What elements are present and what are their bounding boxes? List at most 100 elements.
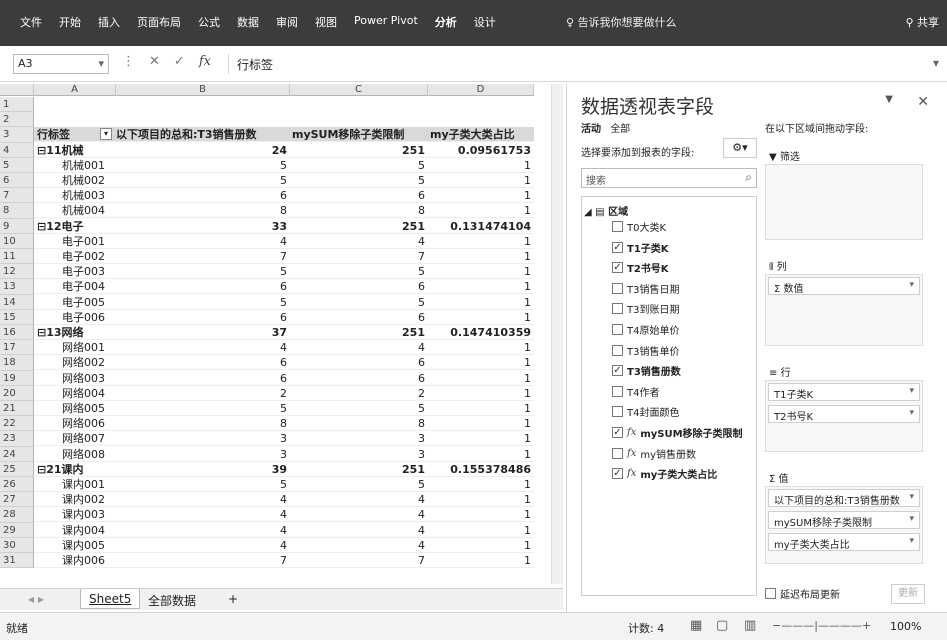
row-label[interactable]: 机械002 bbox=[34, 173, 116, 188]
value-mysum[interactable]: 3 bbox=[290, 431, 428, 447]
value-ratio[interactable]: 1 bbox=[428, 386, 534, 401]
column-header[interactable]: B bbox=[116, 84, 290, 96]
value-mysum[interactable]: 5 bbox=[290, 264, 428, 280]
value-sum[interactable]: 7 bbox=[116, 249, 290, 264]
chevron-down-icon[interactable]: ▾ bbox=[98, 57, 104, 70]
row-header[interactable]: 4 bbox=[0, 142, 34, 158]
view-page-layout-icon[interactable]: ▢ bbox=[716, 618, 728, 633]
value-mysum[interactable]: 4 bbox=[290, 523, 428, 538]
value-sum[interactable]: 5 bbox=[116, 401, 290, 416]
chevron-down-icon[interactable]: ▾ bbox=[909, 492, 914, 502]
column-header[interactable]: A bbox=[34, 84, 116, 96]
value-mysum[interactable]: 4 bbox=[290, 234, 428, 249]
field-checkbox[interactable]: ✓ bbox=[612, 468, 623, 480]
value-mysum[interactable]: 3 bbox=[290, 447, 428, 462]
field-item[interactable]: ✓ T3销售册数 bbox=[612, 363, 681, 378]
value-ratio[interactable]: 1 bbox=[428, 234, 534, 249]
value-sum[interactable]: 37 bbox=[116, 325, 290, 340]
ribbon-tab-5[interactable]: 数据 bbox=[237, 14, 259, 30]
value-mysum[interactable]: 5 bbox=[290, 158, 428, 173]
value-sum[interactable]: 5 bbox=[116, 264, 290, 280]
value-sum[interactable]: 5 bbox=[116, 477, 290, 492]
value-sum[interactable]: 2 bbox=[116, 386, 290, 401]
value-ratio[interactable]: 0.09561753 bbox=[428, 143, 534, 158]
value-sum[interactable]: 6 bbox=[116, 188, 290, 204]
ribbon-tab-6[interactable]: 审阅 bbox=[276, 14, 298, 30]
row-header[interactable]: 27 bbox=[0, 492, 34, 508]
row-label[interactable]: 网络001 bbox=[34, 340, 116, 356]
ribbon-tab-7[interactable]: 视图 bbox=[315, 14, 337, 30]
value-ratio[interactable]: 0.155378486 bbox=[428, 462, 534, 477]
row-label[interactable]: 网络004 bbox=[34, 386, 116, 401]
value-sum[interactable]: 3 bbox=[116, 447, 290, 462]
field-item[interactable]: T3到账日期 bbox=[612, 301, 679, 316]
value-mysum[interactable]: 4 bbox=[290, 340, 428, 356]
value-mysum[interactable]: 5 bbox=[290, 173, 428, 188]
row-label[interactable]: 网络003 bbox=[34, 371, 116, 386]
value-ratio[interactable]: 0.131474104 bbox=[428, 219, 534, 234]
value-ratio[interactable]: 1 bbox=[428, 523, 534, 538]
defer-update[interactable]: 延迟布局更新 bbox=[765, 586, 840, 601]
insert-function-icon[interactable]: fx bbox=[199, 54, 211, 74]
values-chip-sum[interactable]: 以下项目的总和:T3销售册数 ▾ bbox=[768, 489, 920, 507]
row-label[interactable]: ⊟13网络 bbox=[34, 325, 116, 340]
tab-all[interactable]: 全部 bbox=[610, 124, 630, 135]
cancel-icon[interactable]: ✕ bbox=[149, 54, 160, 74]
ribbon-tab-4[interactable]: 公式 bbox=[198, 14, 220, 30]
value-sum[interactable]: 4 bbox=[116, 507, 290, 523]
value-ratio[interactable]: 1 bbox=[428, 279, 534, 295]
row-label[interactable]: 课内006 bbox=[34, 553, 116, 568]
values-area[interactable]: 以下项目的总和:T3销售册数 ▾ mySUM移除子类限制 ▾ my子类大类占比 ▾ bbox=[765, 486, 923, 564]
value-mysum[interactable]: 8 bbox=[290, 416, 428, 432]
value-ratio[interactable]: 1 bbox=[428, 538, 534, 553]
value-sum[interactable]: 4 bbox=[116, 234, 290, 249]
value-mysum[interactable]: 8 bbox=[290, 203, 428, 219]
value-sum[interactable]: 6 bbox=[116, 355, 290, 371]
field-checkbox[interactable] bbox=[612, 324, 623, 335]
value-mysum[interactable]: 6 bbox=[290, 188, 428, 204]
value-mysum[interactable]: 6 bbox=[290, 310, 428, 325]
column-header-mysum[interactable]: mySUM移除子类限制 bbox=[290, 127, 428, 143]
field-checkbox[interactable] bbox=[612, 282, 623, 294]
enter-icon[interactable]: ✓ bbox=[174, 54, 185, 74]
filter-dropdown-icon[interactable]: ▾ bbox=[100, 128, 112, 141]
value-ratio[interactable]: 1 bbox=[428, 371, 534, 386]
field-checkbox[interactable] bbox=[612, 221, 623, 232]
row-header[interactable]: 10 bbox=[0, 233, 34, 249]
row-header[interactable]: 2 bbox=[0, 112, 34, 128]
row-label[interactable]: ⊟11机械 bbox=[34, 143, 116, 158]
value-sum[interactable]: 4 bbox=[116, 492, 290, 508]
spreadsheet-grid[interactable]: A B C D 1 2 3 行标签 以下项目的总和:T3销售册数 mySUM移除子类限制 my子类大… bbox=[0, 84, 560, 584]
zoom-slider[interactable]: −———|————+ bbox=[772, 619, 871, 632]
column-header-ratio[interactable]: my子类大类占比 bbox=[428, 127, 534, 143]
ribbon-tab-10[interactable]: 设计 bbox=[474, 14, 496, 30]
rows-chip-t1[interactable]: T1子类K ▾ bbox=[768, 383, 920, 401]
row-label[interactable]: 电子002 bbox=[34, 249, 116, 264]
value-ratio[interactable]: 1 bbox=[428, 553, 534, 568]
row-label[interactable]: 电子001 bbox=[34, 234, 116, 249]
value-ratio[interactable]: 1 bbox=[428, 264, 534, 280]
row-label[interactable]: 电子004 bbox=[34, 279, 116, 295]
value-ratio[interactable]: 1 bbox=[428, 173, 534, 188]
value-sum[interactable]: 8 bbox=[116, 203, 290, 219]
rows-chip-t2[interactable]: T2书号K ▾ bbox=[768, 405, 920, 423]
value-sum[interactable]: 5 bbox=[116, 158, 290, 173]
row-header[interactable]: 25 bbox=[0, 461, 34, 477]
chevron-down-icon[interactable]: ▾ bbox=[909, 536, 914, 546]
column-header[interactable]: D bbox=[428, 84, 534, 96]
field-checkbox[interactable]: ✓ bbox=[612, 241, 623, 253]
row-label[interactable]: ⊟12电子 bbox=[34, 219, 116, 234]
value-ratio[interactable]: 1 bbox=[428, 401, 534, 416]
row-header[interactable]: 28 bbox=[0, 507, 34, 523]
value-ratio[interactable]: 1 bbox=[428, 492, 534, 508]
columns-area[interactable]: Σ 数值 ▾ bbox=[765, 274, 923, 346]
field-item[interactable]: T4原始单价 bbox=[612, 322, 679, 337]
name-box[interactable]: A3 ▾ bbox=[13, 54, 109, 74]
chevron-down-icon[interactable]: ▾ bbox=[909, 408, 914, 418]
value-mysum[interactable]: 2 bbox=[290, 386, 428, 401]
row-header[interactable]: 19 bbox=[0, 370, 34, 386]
value-sum[interactable]: 4 bbox=[116, 523, 290, 538]
chevron-down-icon[interactable]: ▾ bbox=[909, 280, 914, 290]
value-sum[interactable]: 6 bbox=[116, 310, 290, 325]
row-label[interactable]: 电子006 bbox=[34, 310, 116, 325]
